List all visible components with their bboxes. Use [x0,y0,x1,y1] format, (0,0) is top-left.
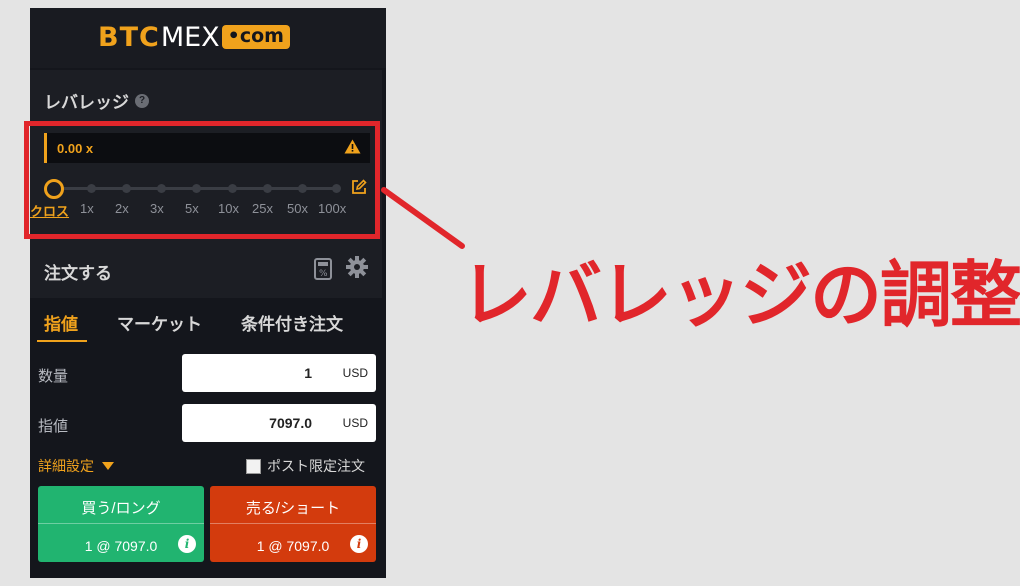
annotation-text: レバレッジの調整 [460,253,1020,337]
